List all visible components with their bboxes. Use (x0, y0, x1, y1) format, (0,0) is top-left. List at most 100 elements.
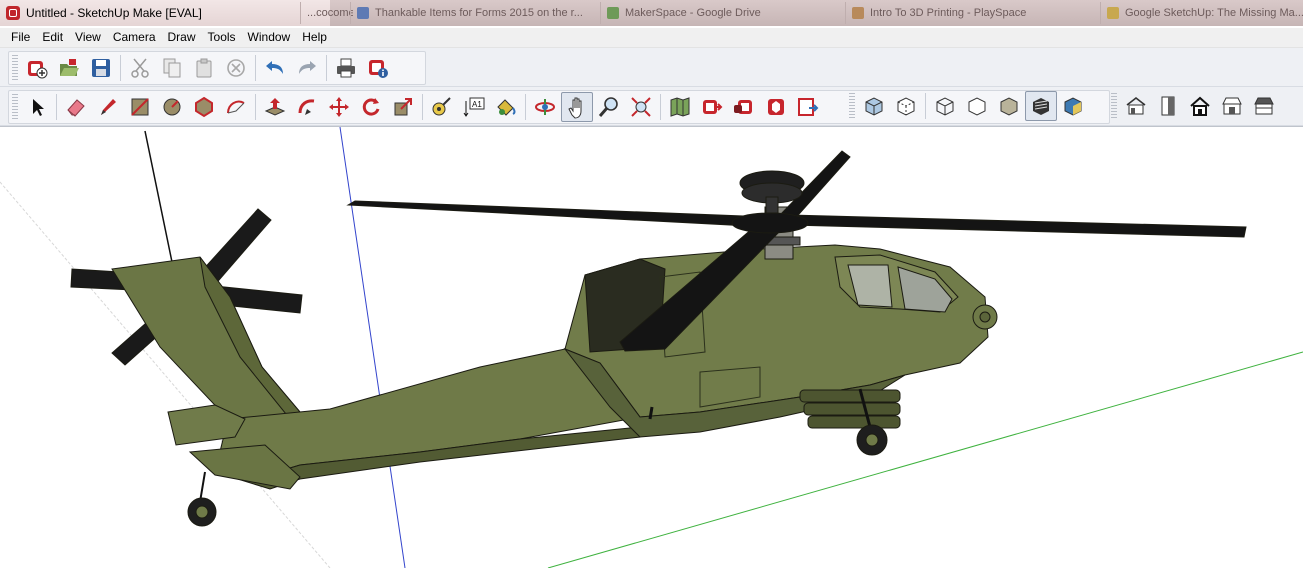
iso-view-icon (1126, 96, 1146, 115)
save-button[interactable] (85, 53, 117, 83)
background-tab-label: Intro To 3D Printing - PlaySpace (870, 7, 1027, 19)
scale-button[interactable] (387, 92, 419, 122)
tab-favicon-icon (357, 7, 369, 19)
background-tab-4[interactable]: Google SketchUp: The Missing Ma... (1100, 2, 1303, 24)
background-tab-3[interactable]: Intro To 3D Printing - PlaySpace (845, 2, 1102, 24)
circle-button[interactable] (156, 92, 188, 122)
copy-button[interactable] (156, 53, 188, 83)
new-button[interactable] (21, 53, 53, 83)
add-location-icon (670, 97, 690, 117)
paste-icon (196, 58, 212, 78)
weapon-pods (799, 389, 901, 429)
zoom-button[interactable] (593, 92, 625, 122)
rectangle-icon (131, 98, 149, 116)
print-button[interactable] (330, 53, 362, 83)
menu-window[interactable]: Window (242, 28, 297, 47)
model-viewport[interactable] (0, 126, 1303, 568)
cut-button[interactable] (124, 53, 156, 83)
menu-draw[interactable]: Draw (162, 28, 202, 47)
toolbar-grip[interactable] (849, 93, 855, 119)
wireframe-style-button[interactable] (929, 91, 961, 121)
erase-icon (227, 59, 245, 77)
right-view-button[interactable] (1216, 91, 1248, 121)
arc-button[interactable] (220, 92, 252, 122)
background-tab-label: Google SketchUp: The Missing Ma... (1125, 7, 1303, 19)
redo-button[interactable] (291, 53, 323, 83)
back-edges-style-icon (897, 97, 915, 116)
share-model-button[interactable] (728, 92, 760, 122)
background-tab-1[interactable]: Thankable Items for Forms 2015 on the r.… (350, 2, 602, 24)
dimension-button[interactable]: A1 (458, 92, 490, 122)
tape-measure-button[interactable] (426, 92, 458, 122)
active-window-title[interactable]: Untitled - SketchUp Make [EVAL] (0, 0, 330, 26)
views-toolbar-group (1108, 90, 1294, 122)
select-button[interactable] (21, 92, 53, 122)
back-edges-style-button[interactable] (890, 91, 922, 121)
toolbar-separator (326, 55, 327, 81)
sketchup-app-icon (6, 6, 20, 20)
top-view-button[interactable] (1184, 91, 1216, 121)
menu-view[interactable]: View (69, 28, 107, 47)
menu-camera[interactable]: Camera (107, 28, 162, 47)
dimension-tool-label: A1 (472, 100, 482, 109)
move-icon (329, 97, 349, 117)
xray-style-button[interactable] (858, 91, 890, 121)
toolbar-grip[interactable] (12, 55, 18, 81)
undo-button[interactable] (259, 53, 291, 83)
eraser-button[interactable] (60, 92, 92, 122)
toolbar-grip[interactable] (1111, 93, 1117, 119)
arc-icon (227, 100, 245, 114)
front-view-button[interactable] (1152, 91, 1184, 121)
wireframe-style-icon (936, 97, 954, 116)
rotate-button[interactable] (355, 92, 387, 122)
tab-favicon-icon (1107, 7, 1119, 19)
send-to-layout-button[interactable] (792, 92, 824, 122)
push-pull-icon (264, 98, 286, 116)
background-tab-0[interactable]: ...cocomented on the card (300, 2, 353, 24)
push-pull-button[interactable] (259, 92, 291, 122)
copy-icon (163, 58, 181, 78)
helicopter-model[interactable] (70, 130, 1247, 527)
share-component-button[interactable] (760, 92, 792, 122)
background-tab-2[interactable]: MakerSpace - Google Drive (600, 2, 847, 24)
background-tab-label: ...cocomented on the card (307, 7, 353, 19)
viewport-scene[interactable] (0, 127, 1303, 568)
pan-button[interactable] (561, 92, 593, 122)
paint-bucket-icon (497, 99, 516, 116)
model-info-button[interactable] (362, 53, 394, 83)
paint-bucket-button[interactable] (490, 92, 522, 122)
window-title-bar: Untitled - SketchUp Make [EVAL] ...cocom… (0, 0, 1303, 26)
paste-button[interactable] (188, 53, 220, 83)
menu-tools[interactable]: Tools (202, 28, 242, 47)
hidden-line-style-button[interactable] (961, 91, 993, 121)
polygon-icon (195, 96, 213, 118)
move-button[interactable] (323, 92, 355, 122)
zoom-extents-button[interactable] (625, 92, 657, 122)
open-button[interactable] (53, 53, 85, 83)
share-model-icon (734, 100, 752, 114)
orbit-button[interactable] (529, 92, 561, 122)
toolbar-separator (56, 94, 57, 120)
back-view-button[interactable] (1248, 91, 1280, 121)
print-icon (337, 58, 355, 78)
toolbar-separator (255, 55, 256, 81)
line-button[interactable] (92, 92, 124, 122)
shaded-textures-style-button[interactable] (1025, 91, 1057, 121)
background-tab-label: Thankable Items for Forms 2015 on the r.… (375, 7, 583, 19)
menu-help[interactable]: Help (296, 28, 333, 47)
erase-button[interactable] (220, 53, 252, 83)
tools-toolbar: A1 (0, 87, 1303, 126)
follow-me-button[interactable] (291, 92, 323, 122)
menu-file[interactable]: File (0, 28, 36, 47)
get-models-button[interactable] (696, 92, 728, 122)
monochrome-style-button[interactable] (1057, 91, 1089, 121)
menu-edit[interactable]: Edit (36, 28, 69, 47)
rectangle-button[interactable] (124, 92, 156, 122)
toolbar-grip[interactable] (12, 94, 18, 120)
tape-measure-icon (432, 97, 451, 116)
iso-view-button[interactable] (1120, 91, 1152, 121)
standard-toolbar-group (8, 51, 426, 85)
add-location-button[interactable] (664, 92, 696, 122)
shaded-style-button[interactable] (993, 91, 1025, 121)
polygon-button[interactable] (188, 92, 220, 122)
